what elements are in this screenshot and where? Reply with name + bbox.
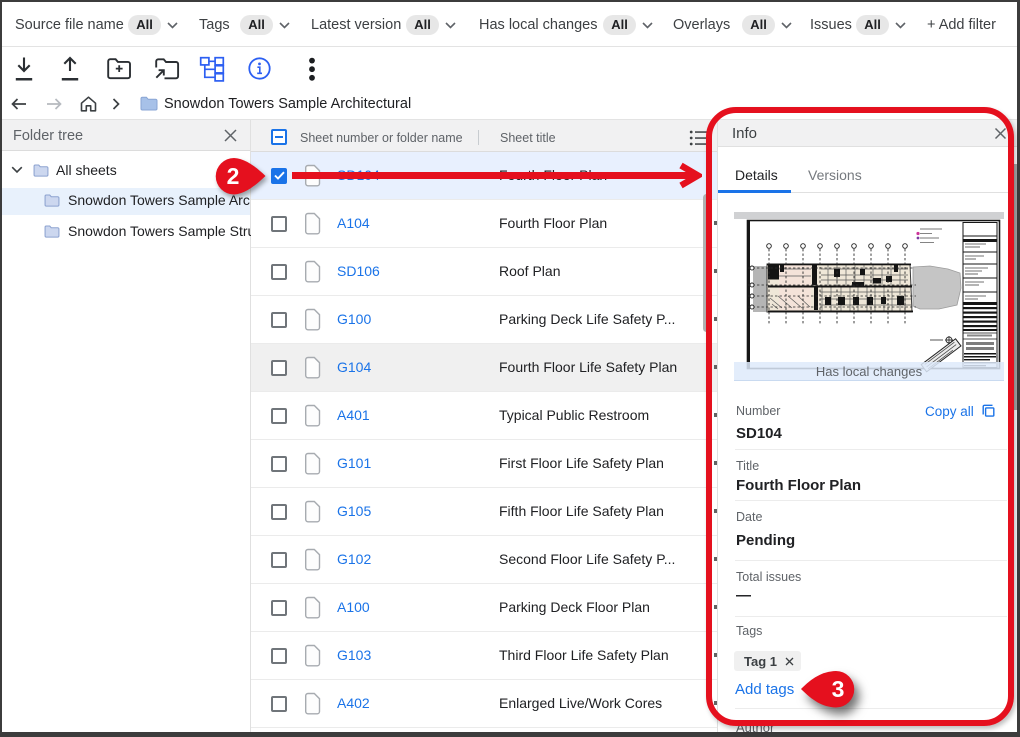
svg-text:2: 2 [227,163,240,189]
svg-text:3: 3 [832,676,845,702]
